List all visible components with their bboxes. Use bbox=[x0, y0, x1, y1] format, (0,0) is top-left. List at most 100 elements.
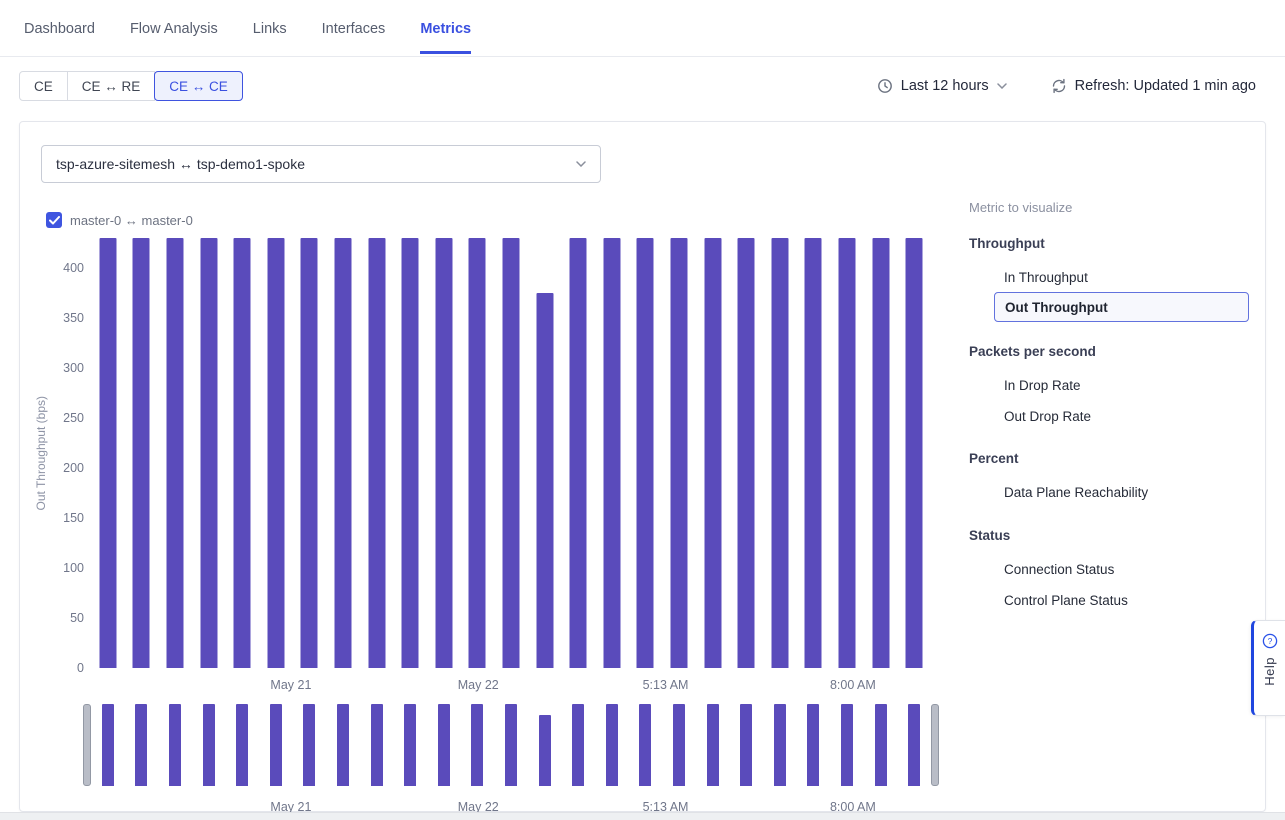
metrics-page: Dashboard Flow Analysis Links Interfaces… bbox=[0, 0, 1285, 820]
bar bbox=[469, 238, 486, 668]
time-range-dropdown[interactable]: Last 12 hours bbox=[877, 78, 1007, 94]
help-tab[interactable]: ? Help bbox=[1251, 620, 1285, 716]
metric-item-in-throughput[interactable]: In Throughput bbox=[1004, 270, 1088, 285]
bar bbox=[606, 704, 618, 786]
bar bbox=[673, 704, 685, 786]
bar bbox=[872, 238, 889, 668]
bar bbox=[200, 238, 217, 668]
top-nav: Dashboard Flow Analysis Links Interfaces… bbox=[0, 0, 1285, 57]
bar bbox=[337, 704, 349, 786]
x-tick-label: 5:13 AM bbox=[643, 678, 689, 692]
bar bbox=[435, 238, 452, 668]
y-tick-label: 400 bbox=[63, 261, 84, 275]
segment-ce-ce[interactable]: CE ↔ CE bbox=[154, 71, 243, 101]
brush-handle-left[interactable] bbox=[83, 704, 91, 786]
bar bbox=[99, 238, 116, 668]
svg-text:?: ? bbox=[1267, 636, 1272, 646]
y-tick-label: 300 bbox=[63, 361, 84, 375]
nav-item-flow-analysis[interactable]: Flow Analysis bbox=[130, 2, 218, 54]
bar bbox=[438, 704, 450, 786]
refresh-button[interactable]: Refresh: Updated 1 min ago bbox=[1051, 78, 1256, 94]
bar bbox=[774, 704, 786, 786]
site-pair-select[interactable]: tsp-azure-sitemesh ↔ tsp-demo1-spoke bbox=[41, 145, 601, 183]
metric-item-control-plane-status[interactable]: Control Plane Status bbox=[1004, 593, 1128, 608]
bar bbox=[771, 238, 788, 668]
metric-item-out-throughput-label: Out Throughput bbox=[1005, 300, 1108, 315]
y-tick-label: 200 bbox=[63, 461, 84, 475]
bar bbox=[503, 238, 520, 668]
toolbar-right: Last 12 hours Refresh: Updated 1 min ago bbox=[877, 71, 1256, 101]
topology-segment-control: CE CE ↔ RE CE ↔ CE bbox=[19, 71, 243, 101]
metric-group-percent: Percent bbox=[969, 451, 1019, 466]
y-tick-label: 350 bbox=[63, 311, 84, 325]
bar bbox=[303, 704, 315, 786]
metric-sidebar-title: Metric to visualize bbox=[969, 200, 1072, 215]
bar bbox=[203, 704, 215, 786]
metric-group-status: Status bbox=[969, 528, 1010, 543]
segment-ce[interactable]: CE bbox=[19, 71, 68, 101]
y-tick-label: 0 bbox=[77, 661, 84, 675]
bar bbox=[335, 238, 352, 668]
segment-ce-re[interactable]: CE ↔ RE bbox=[67, 71, 156, 101]
bar bbox=[704, 238, 721, 668]
bar bbox=[875, 704, 887, 786]
nav-item-dashboard[interactable]: Dashboard bbox=[24, 2, 95, 54]
bar bbox=[402, 238, 419, 668]
bar bbox=[135, 704, 147, 786]
bar bbox=[570, 238, 587, 668]
nav-item-metrics[interactable]: Metrics bbox=[420, 2, 471, 54]
bar bbox=[906, 238, 923, 668]
y-tick-label: 50 bbox=[70, 611, 84, 625]
y-axis-ticks: 050100150200250300350400 bbox=[40, 238, 84, 668]
metric-item-in-drop-rate[interactable]: In Drop Rate bbox=[1004, 378, 1081, 393]
bar bbox=[234, 238, 251, 668]
x-tick-label: May 21 bbox=[270, 678, 311, 692]
site-pair-select-value: tsp-azure-sitemesh ↔ tsp-demo1-spoke bbox=[56, 156, 576, 172]
metrics-card: tsp-azure-sitemesh ↔ tsp-demo1-spoke mas… bbox=[19, 121, 1266, 812]
nav-item-interfaces[interactable]: Interfaces bbox=[322, 2, 386, 54]
horizontal-scrollbar-track[interactable] bbox=[0, 812, 1285, 820]
bar bbox=[639, 704, 651, 786]
series-checkbox[interactable] bbox=[46, 212, 62, 228]
y-tick-label: 250 bbox=[63, 411, 84, 425]
bar bbox=[536, 293, 553, 668]
bar bbox=[167, 238, 184, 668]
metric-item-data-plane-reachability[interactable]: Data Plane Reachability bbox=[1004, 485, 1148, 500]
brush-chart[interactable] bbox=[91, 704, 931, 786]
metric-group-packets-per-second: Packets per second bbox=[969, 344, 1096, 359]
bar bbox=[471, 704, 483, 786]
bar bbox=[102, 704, 114, 786]
bar bbox=[267, 238, 284, 668]
nav-item-links[interactable]: Links bbox=[253, 2, 287, 54]
bar bbox=[908, 704, 920, 786]
metric-item-out-drop-rate[interactable]: Out Drop Rate bbox=[1004, 409, 1091, 424]
x-tick-label: 8:00 AM bbox=[830, 678, 876, 692]
bar bbox=[841, 704, 853, 786]
bar bbox=[404, 704, 416, 786]
y-tick-label: 150 bbox=[63, 511, 84, 525]
y-tick-label: 100 bbox=[63, 561, 84, 575]
bar bbox=[133, 238, 150, 668]
bar bbox=[236, 704, 248, 786]
chevron-down-icon bbox=[997, 83, 1007, 89]
bar bbox=[572, 704, 584, 786]
x-tick-label: May 22 bbox=[458, 678, 499, 692]
bar bbox=[805, 238, 822, 668]
bar bbox=[839, 238, 856, 668]
bar bbox=[707, 704, 719, 786]
bar bbox=[637, 238, 654, 668]
metric-item-out-throughput[interactable]: Out Throughput bbox=[994, 292, 1249, 322]
help-question-icon: ? bbox=[1262, 633, 1278, 649]
chevron-down-icon bbox=[576, 161, 586, 167]
bar bbox=[505, 704, 517, 786]
refresh-status-label: Refresh: Updated 1 min ago bbox=[1075, 78, 1256, 94]
bar bbox=[371, 704, 383, 786]
bar bbox=[671, 238, 688, 668]
bar bbox=[740, 704, 752, 786]
metric-item-connection-status[interactable]: Connection Status bbox=[1004, 562, 1114, 577]
bar bbox=[270, 704, 282, 786]
bar bbox=[539, 715, 551, 787]
throughput-bar-chart bbox=[91, 238, 931, 668]
brush-handle-right[interactable] bbox=[931, 704, 939, 786]
series-checkbox-label: master-0 ↔ master-0 bbox=[70, 213, 193, 228]
